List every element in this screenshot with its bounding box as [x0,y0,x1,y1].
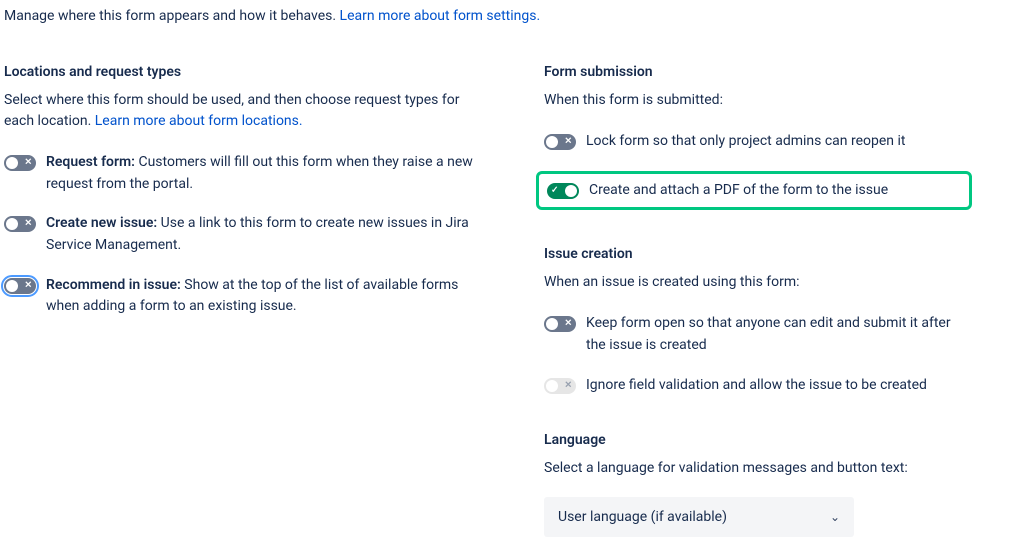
highlight-box-attach-pdf: ✓ Create and attach a PDF of the form to… [536,171,972,211]
language-desc: Select a language for validation message… [544,458,964,479]
cross-icon: ✕ [564,381,572,390]
creation-title: Issue creation [544,246,964,262]
cross-icon: ✕ [24,220,32,229]
toggle-row-ignore-validation: ✕ Ignore field validation and allow the … [544,375,964,397]
submission-title: Form submission [544,64,964,80]
cross-icon: ✕ [564,320,572,329]
toggle-row-create-issue: ✕ Create new issue: Use a link to this f… [4,213,484,256]
toggle-row-lock-form: ✕ Lock form so that only project admins … [544,131,964,153]
toggle-attach-pdf[interactable]: ✓ [547,183,579,199]
intro-text: Manage where this form appears and how i… [4,8,340,24]
form-settings-link[interactable]: Learn more about form settings. [340,8,541,24]
intro: Manage where this form appears and how i… [4,8,1010,24]
toggle-label: Create and attach a PDF of the form to t… [589,180,961,202]
toggle-label-bold: Create new issue: [46,215,157,231]
toggle-label: Ignore field validation and allow the is… [586,375,964,397]
toggle-row-keep-open: ✕ Keep form open so that anyone can edit… [544,313,964,356]
toggle-keep-open[interactable]: ✕ [544,316,576,332]
language-select[interactable]: User language (if available) ⌄ [544,497,854,537]
toggle-label: Create new issue: Use a link to this for… [46,213,484,256]
locations-desc: Select where this form should be used, a… [4,90,484,132]
cross-icon: ✕ [24,159,32,168]
toggle-recommend-issue[interactable]: ✕ [4,278,36,294]
cross-icon: ✕ [24,281,32,290]
submission-desc: When this form is submitted: [544,90,964,111]
toggle-request-form[interactable]: ✕ [4,155,36,171]
toggle-ignore-validation[interactable]: ✕ [544,378,576,394]
cross-icon: ✕ [564,138,572,147]
check-icon: ✓ [551,186,559,195]
toggle-lock-form[interactable]: ✕ [544,134,576,150]
form-locations-link[interactable]: Learn more about form locations. [95,113,303,129]
toggle-row-recommend-issue: ✕ Recommend in issue: Show at the top of… [4,275,484,318]
locations-title: Locations and request types [4,64,484,80]
creation-desc: When an issue is created using this form… [544,272,964,293]
toggle-label: Request form: Customers will fill out th… [46,152,484,195]
toggle-label: Lock form so that only project admins ca… [586,131,964,153]
toggle-label: Keep form open so that anyone can edit a… [586,313,964,356]
toggle-label-bold: Request form: [46,154,135,170]
toggle-label-bold: Recommend in issue: [46,277,181,293]
chevron-down-icon: ⌄ [830,510,840,524]
toggle-label: Recommend in issue: Show at the top of t… [46,275,484,318]
language-title: Language [544,432,964,448]
toggle-create-issue[interactable]: ✕ [4,216,36,232]
language-selected: User language (if available) [558,509,727,525]
toggle-row-request-form: ✕ Request form: Customers will fill out … [4,152,484,195]
